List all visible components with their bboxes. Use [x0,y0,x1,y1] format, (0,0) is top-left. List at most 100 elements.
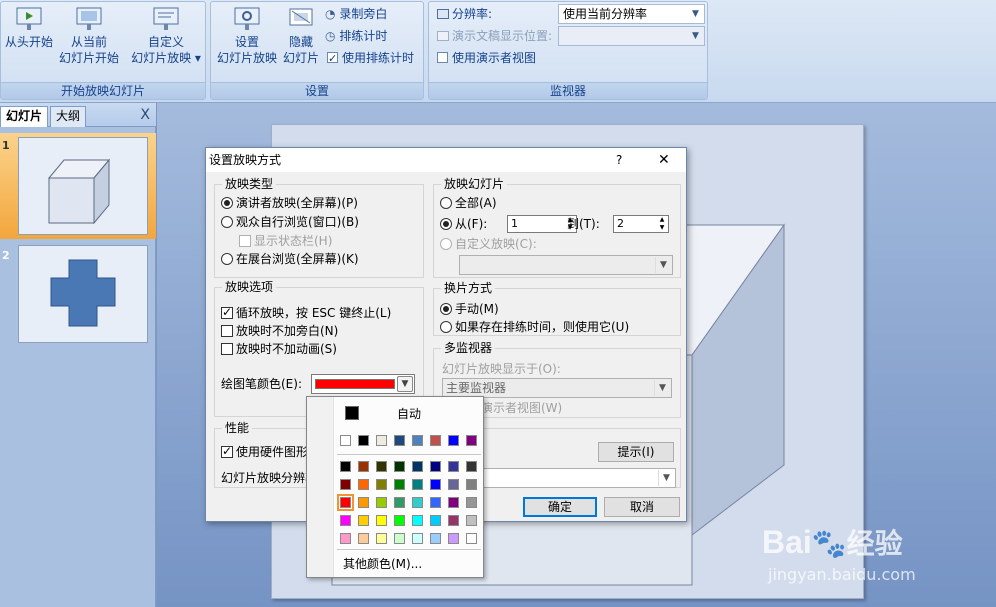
color-swatch[interactable] [430,515,441,526]
no-animation-checkbox[interactable]: 放映时不加动画(S) [221,341,337,357]
slide-thumbnail-1[interactable]: 1 [0,133,156,239]
color-swatch[interactable] [412,461,423,472]
show-type-legend: 放映类型 [222,177,277,191]
color-swatch[interactable] [430,435,441,446]
radio-kiosk[interactable]: 在展台浏览(全屏幕)(K) [221,251,359,267]
radio-use-timings[interactable]: 如果存在排练时间，则使用它(U) [440,319,629,335]
radio-icon [440,321,452,333]
color-swatch[interactable] [376,461,387,472]
resolution-dropdown[interactable]: 使用当前分辨率 ▼ [558,4,705,24]
custom-show-button[interactable]: 自定义 幻灯片放映 ▾ [127,6,205,66]
color-swatch[interactable] [358,479,369,490]
color-swatch[interactable] [340,479,351,490]
from-current-slide-button[interactable]: 从当前 幻灯片开始 [57,6,121,66]
record-narration-button[interactable]: ◔ 录制旁白 [325,4,387,24]
resolution-label-row: 分辨率: [437,4,492,24]
from-beginning-button[interactable]: 从头开始 [3,6,55,50]
color-swatch[interactable] [448,497,459,508]
color-swatch[interactable] [466,515,477,526]
radio-manual[interactable]: 手动(M) [440,301,499,317]
radio-custom-show[interactable]: 自定义放映(C): [440,236,537,252]
display-on-dropdown[interactable]: 主要监视器 ▼ [442,378,672,398]
color-swatch[interactable] [430,479,441,490]
ribbon: 从头开始 从当前 幻灯片开始 自定义 幻灯片放映 ▾ 开始放映幻灯片 设置 幻灯… [0,0,996,103]
color-swatch[interactable] [358,461,369,472]
panel-close-icon[interactable]: X [140,107,150,123]
color-swatch[interactable] [448,479,459,490]
color-swatch[interactable] [337,494,354,511]
automatic-color-option[interactable]: 自动 [337,404,481,424]
color-swatch[interactable] [412,479,423,490]
color-swatch[interactable] [466,461,477,472]
setup-slideshow-button[interactable]: 设置 幻灯片放映 [213,6,281,66]
spinner-arrows-icon[interactable]: ▲ ▼ [656,216,668,232]
color-swatch[interactable] [466,479,477,490]
color-swatch[interactable] [430,497,441,508]
color-swatch[interactable] [466,497,477,508]
cancel-button[interactable]: 取消 [604,497,680,517]
radio-presenter[interactable]: 演讲者放映(全屏幕)(P) [221,195,358,211]
color-swatch[interactable] [430,461,441,472]
color-swatch[interactable] [412,533,423,544]
status-bar-checkbox[interactable]: 显示状态栏(H) [239,233,332,249]
tab-slides[interactable]: 幻灯片 [0,106,49,127]
show-on-label-row: 演示文稿显示位置: [437,26,552,46]
custom-show-dropdown[interactable]: ▼ [459,255,673,275]
radio-individual[interactable]: 观众自行浏览(窗口)(B) [221,214,359,230]
color-swatch[interactable] [358,515,369,526]
color-swatch[interactable] [466,533,477,544]
color-swatch[interactable] [394,435,405,446]
color-swatch[interactable] [376,497,387,508]
slide-thumbnail-2[interactable]: 2 [0,243,156,349]
color-swatch[interactable] [340,533,351,544]
color-swatch[interactable] [340,515,351,526]
color-swatch[interactable] [358,435,369,446]
more-colors-option[interactable]: 其他颜色(M)... [343,556,422,572]
to-spinner[interactable]: 2 ▲ ▼ [613,215,669,233]
color-swatch[interactable] [394,479,405,490]
color-swatch[interactable] [466,435,477,446]
checkbox-icon [221,325,233,337]
color-swatch[interactable] [394,533,405,544]
tab-outline[interactable]: 大纲 [50,106,87,127]
color-swatch[interactable] [394,461,405,472]
color-swatch[interactable] [430,533,441,544]
color-swatch[interactable] [412,515,423,526]
color-swatch[interactable] [394,497,405,508]
watermark-url: jingyan.baidu.com [768,565,916,584]
color-swatch[interactable] [448,461,459,472]
color-swatch[interactable] [394,515,405,526]
no-narration-checkbox[interactable]: 放映时不加旁白(N) [221,323,338,339]
color-swatch[interactable] [358,533,369,544]
ok-button[interactable]: 确定 [523,497,597,517]
color-swatch[interactable] [340,461,351,472]
color-swatch[interactable] [358,497,369,508]
advance-legend: 换片方式 [441,281,496,295]
help-button[interactable]: ? [616,148,622,172]
color-swatch[interactable] [376,533,387,544]
pen-color-picker[interactable]: ▼ [311,374,415,394]
loop-checkbox[interactable]: 循环放映，按 ESC 键终止(L) [221,304,391,321]
color-swatch[interactable] [376,435,387,446]
kiosk-label: 在展台浏览(全屏幕)(K) [236,252,359,266]
tips-button[interactable]: 提示(I) [598,442,674,462]
rehearse-timings-button[interactable]: ◷ 排练计时 [325,26,387,46]
color-swatch[interactable] [376,515,387,526]
radio-from[interactable]: 从(F): [440,216,487,232]
use-rehearsed-timings-checkbox[interactable]: 使用排练计时 [327,48,414,69]
color-swatch[interactable] [412,497,423,508]
presenter-view-checkbox[interactable]: 使用演示者视图 [437,48,536,68]
color-swatch[interactable] [448,533,459,544]
radio-all-slides[interactable]: 全部(A) [440,195,497,211]
presenter-view-label: 使用演示者视图 [452,51,537,65]
color-swatch[interactable] [340,435,351,446]
color-swatch[interactable] [412,435,423,446]
hide-slide-button[interactable]: 隐藏 幻灯片 [281,6,321,66]
divider [337,549,481,550]
color-swatch[interactable] [448,515,459,526]
color-swatch[interactable] [448,435,459,446]
show-on-dropdown[interactable]: ▼ [558,26,705,46]
color-swatch[interactable] [376,479,387,490]
watermark-brand2: 经验 [846,528,903,559]
close-icon[interactable]: ✕ [658,148,670,172]
